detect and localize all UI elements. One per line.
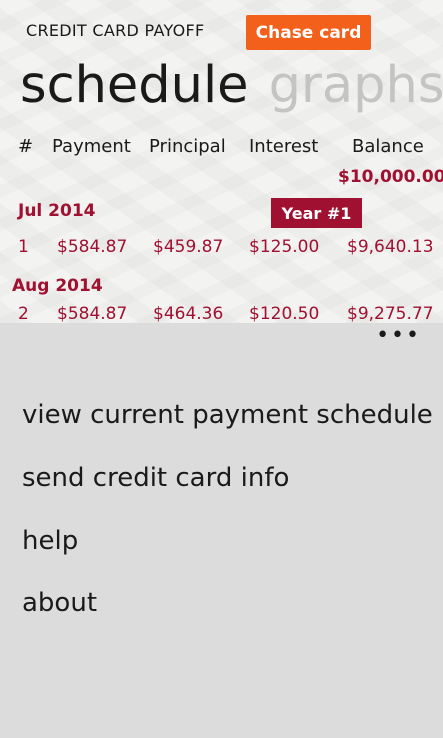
pivot-header: schedulegraphsp: [20, 56, 443, 115]
more-options-icon[interactable]: •••: [376, 325, 421, 347]
pivot-tab-graphs[interactable]: graphs: [269, 56, 443, 115]
row-number: 1: [18, 237, 29, 257]
header-principal: Principal: [149, 136, 226, 157]
starting-balance: $10,000.00: [338, 167, 443, 187]
row-balance: $9,640.13: [347, 237, 434, 257]
pivot-tab-schedule[interactable]: schedule: [20, 56, 249, 115]
menu-item-view-schedule[interactable]: view current payment schedule: [22, 400, 433, 430]
row-payment: $584.87: [57, 237, 128, 257]
row-interest: $125.00: [249, 237, 320, 257]
row-interest: $120.50: [249, 304, 320, 323]
header-interest: Interest: [249, 136, 319, 157]
row-payment: $584.87: [57, 304, 128, 323]
header-balance: Balance: [352, 136, 424, 157]
month-label-aug-2014: Aug 2014: [12, 276, 103, 296]
chase-card-button[interactable]: Chase card: [246, 15, 371, 50]
menu-item-send-info[interactable]: send credit card info: [22, 463, 289, 493]
row-principal: $464.36: [153, 304, 224, 323]
header-number: #: [18, 136, 34, 157]
row-principal: $459.87: [153, 237, 224, 257]
month-label-jul-2014: Jul 2014: [18, 201, 96, 221]
row-number: 2: [18, 304, 29, 323]
year-badge: Year #1: [271, 198, 362, 228]
header-payment: Payment: [52, 136, 131, 157]
row-balance: $9,275.77: [347, 304, 434, 323]
app-title: CREDIT CARD PAYOFF: [26, 21, 205, 40]
menu-item-help[interactable]: help: [22, 526, 78, 556]
schedule-panel: CREDIT CARD PAYOFF Chase card schedule gr…: [0, 0, 443, 323]
app-bar-menu: ••• view current payment schedule send c…: [0, 323, 443, 738]
menu-item-about[interactable]: about: [22, 588, 97, 618]
